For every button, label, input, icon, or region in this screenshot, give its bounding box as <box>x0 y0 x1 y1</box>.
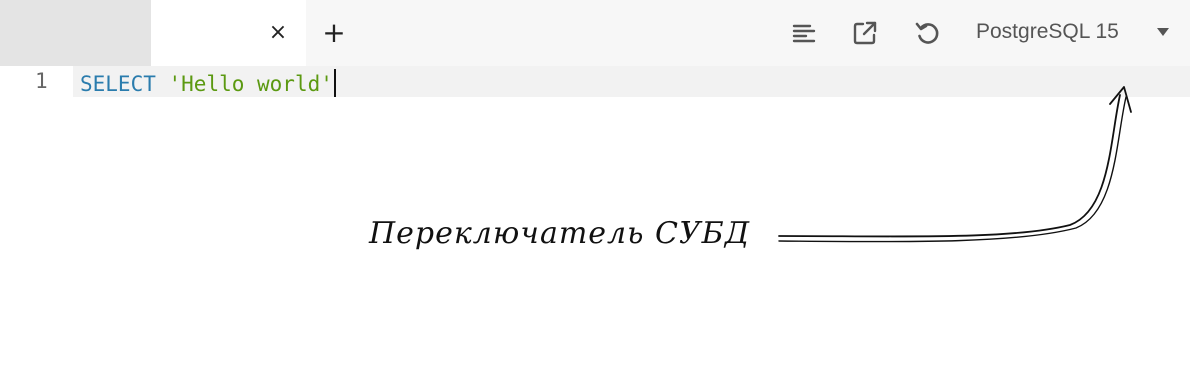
tab-active[interactable]: × <box>151 0 306 66</box>
text-cursor <box>333 69 336 97</box>
tab-inactive[interactable] <box>0 0 151 66</box>
db-selector-label: PostgreSQL 15 <box>976 20 1119 43</box>
line-number: 1 <box>35 69 48 93</box>
editor-toolbar: × + PostgreSQL 15 <box>0 0 1190 66</box>
reset-icon[interactable] <box>913 19 941 47</box>
sql-string: 'Hello world' <box>168 72 333 96</box>
add-tab-button[interactable]: + <box>321 18 347 48</box>
chevron-down-icon <box>1157 28 1169 36</box>
format-icon[interactable] <box>790 19 818 47</box>
close-icon[interactable]: × <box>266 20 290 46</box>
external-link-icon[interactable] <box>851 19 879 47</box>
sql-keyword: SELECT <box>80 72 156 96</box>
db-selector[interactable]: PostgreSQL 15 <box>974 17 1180 49</box>
annotation-label: Переключатель СУБД <box>369 216 751 251</box>
code-text[interactable]: SELECT 'Hello world' <box>80 69 336 97</box>
code-editor-line[interactable]: 1 SELECT 'Hello world' <box>0 66 1190 97</box>
